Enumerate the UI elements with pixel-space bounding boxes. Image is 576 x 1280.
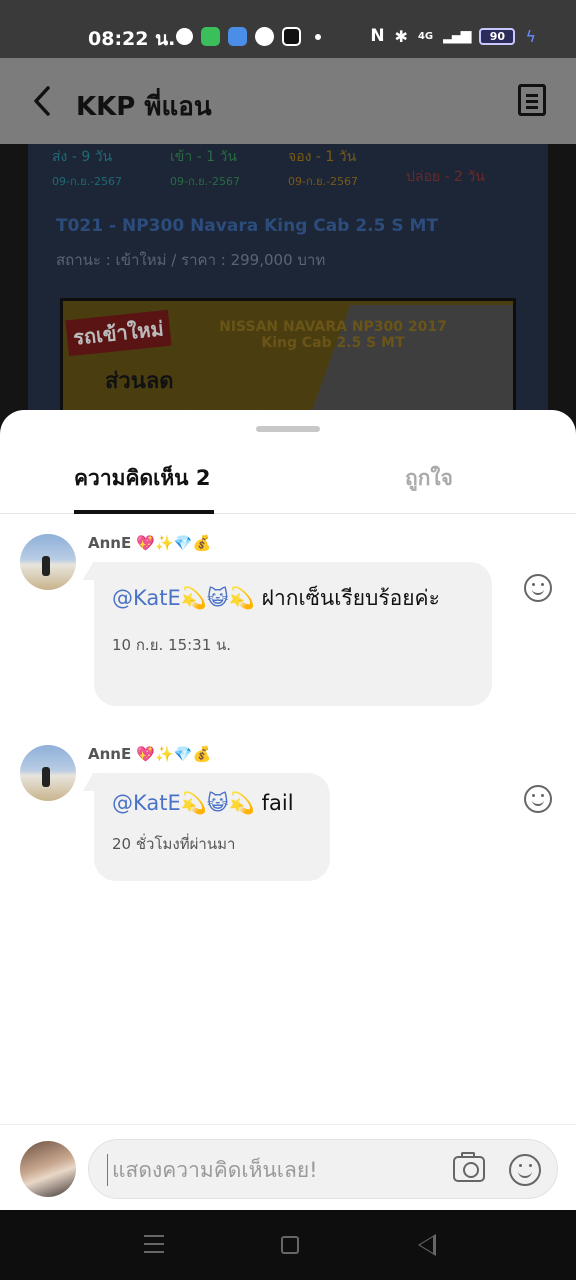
mention-link[interactable]: @KatE💫😺💫 (112, 791, 255, 815)
comment-bubble[interactable]: @KatE💫😺💫 ฝากเซ็นเรียบร้อยค่ะ 10 ก.ย. 15:… (94, 562, 492, 706)
comment-time: 10 ก.ย. 15:31 น. (112, 636, 232, 654)
comment-time: 20 ชั่วโมงที่ผ่านมา (112, 835, 236, 853)
my-avatar (20, 1141, 76, 1197)
stat-label: ส่ง - 9 วัน (52, 149, 113, 165)
notification-icons (176, 27, 321, 46)
emoji-icon[interactable] (509, 1154, 541, 1186)
charging-icon: ϟ (525, 26, 536, 46)
comment-text: @KatE💫😺💫 fail (112, 787, 312, 820)
back-arrow-icon[interactable] (28, 84, 58, 118)
background-post: ส่ง - 9 วัน 09-ก.ย.-2567 เข้า - 1 วัน 09… (0, 144, 576, 448)
status-time: 08:22 น. (88, 28, 176, 50)
smiley-reaction-icon[interactable] (524, 574, 552, 602)
home-icon[interactable] (281, 1236, 299, 1254)
tab-likes[interactable]: ถูกใจ (405, 462, 453, 495)
stat-booked: จอง - 1 วัน 09-ก.ย.-2567 (288, 146, 404, 190)
car-status: สถานะ : เข้าใหม่ / ราคา : 299,000 บาท (56, 251, 326, 269)
active-tab-indicator (74, 510, 214, 514)
banner-tag: รถเข้าใหม่ (65, 309, 172, 357)
message-icon (201, 27, 220, 46)
stat-date: 09-ก.ย.-2567 (170, 175, 241, 188)
avatar[interactable] (20, 534, 76, 590)
signal-icon: ▂▄▆ (443, 28, 471, 44)
comment-username[interactable]: AnnE 💖✨💎💰 (88, 534, 211, 552)
messenger-icon (176, 28, 193, 45)
app-header: KKP พี่แอน (0, 58, 576, 144)
system-icons: N ✱ 4G ▂▄▆ 90 ϟ (370, 26, 536, 46)
stat-label: เข้า - 1 วัน (170, 149, 237, 165)
comment-input[interactable] (107, 1154, 437, 1186)
stat-date: 09-ก.ย.-2567 (52, 175, 123, 188)
recent-apps-icon[interactable] (144, 1235, 164, 1253)
status-bar: 08:22 น. N ✱ 4G ▂▄▆ 90 ϟ (0, 0, 576, 58)
car-title: T021 - NP300 Navara King Cab 2.5 S MT (56, 216, 439, 236)
page-title: KKP พี่แอน (76, 92, 212, 122)
sheet-tabs: ความคิดเห็น 2 ถูกใจ (0, 450, 576, 514)
comment-username[interactable]: AnnE 💖✨💎💰 (88, 745, 211, 763)
comment-input-box[interactable] (88, 1139, 558, 1199)
banner-discount: ส่วนลด (105, 369, 174, 394)
comment-body: ฝากเซ็นเรียบร้อยค่ะ (254, 586, 440, 610)
stat-date: 09-ก.ย.-2567 (288, 175, 359, 188)
line-icon (255, 27, 274, 46)
comment-text: @KatE💫😺💫 ฝากเซ็นเรียบร้อยค่ะ (112, 582, 474, 615)
avatar[interactable] (20, 745, 76, 801)
stat-sent: ส่ง - 9 วัน 09-ก.ย.-2567 (52, 146, 168, 190)
stat-in: เข้า - 1 วัน 09-ก.ย.-2567 (170, 146, 286, 190)
back-icon[interactable] (418, 1234, 436, 1256)
comment-item: AnnE 💖✨💎💰 @KatE💫😺💫 ฝากเซ็นเรียบร้อยค่ะ 1… (0, 534, 576, 714)
tab-comments[interactable]: ความคิดเห็น 2 (74, 462, 210, 495)
sheet-drag-handle[interactable] (256, 426, 320, 432)
comment-item: AnnE 💖✨💎💰 @KatE💫😺💫 fail 20 ชั่วโมงที่ผ่า… (0, 745, 576, 885)
stat-label: ปล่อย - 2 วัน (406, 169, 485, 185)
post-stats: ส่ง - 9 วัน 09-ก.ย.-2567 เข้า - 1 วัน 09… (52, 146, 522, 190)
battery-indicator: 90 (479, 27, 516, 45)
bluetooth-icon: ✱ (394, 26, 408, 46)
stat-label: จอง - 1 วัน (288, 149, 357, 165)
banner-model: NISSAN NAVARA NP300 2017 King Cab 2.5 S … (219, 319, 447, 351)
comment-bubble[interactable]: @KatE💫😺💫 fail 20 ชั่วโมงที่ผ่านมา (94, 773, 330, 881)
tiktok-icon (282, 27, 301, 46)
comment-input-bar (0, 1124, 576, 1210)
stat-released: ปล่อย - 2 วัน (406, 146, 522, 190)
mention-link[interactable]: @KatE💫😺💫 (112, 586, 255, 610)
system-nav-bar (0, 1210, 576, 1280)
list-menu-icon[interactable] (518, 84, 546, 116)
smiley-reaction-icon[interactable] (524, 785, 552, 813)
comment-body: fail (254, 791, 294, 815)
comments-sheet: ความคิดเห็น 2 ถูกใจ AnnE 💖✨💎💰 @KatE💫😺💫 ฝ… (0, 410, 576, 1210)
nfc-icon: N (370, 26, 385, 46)
camera-icon[interactable] (453, 1152, 485, 1182)
network-label: 4G (417, 30, 434, 42)
dot-icon (315, 33, 321, 40)
app-icon (228, 27, 247, 46)
